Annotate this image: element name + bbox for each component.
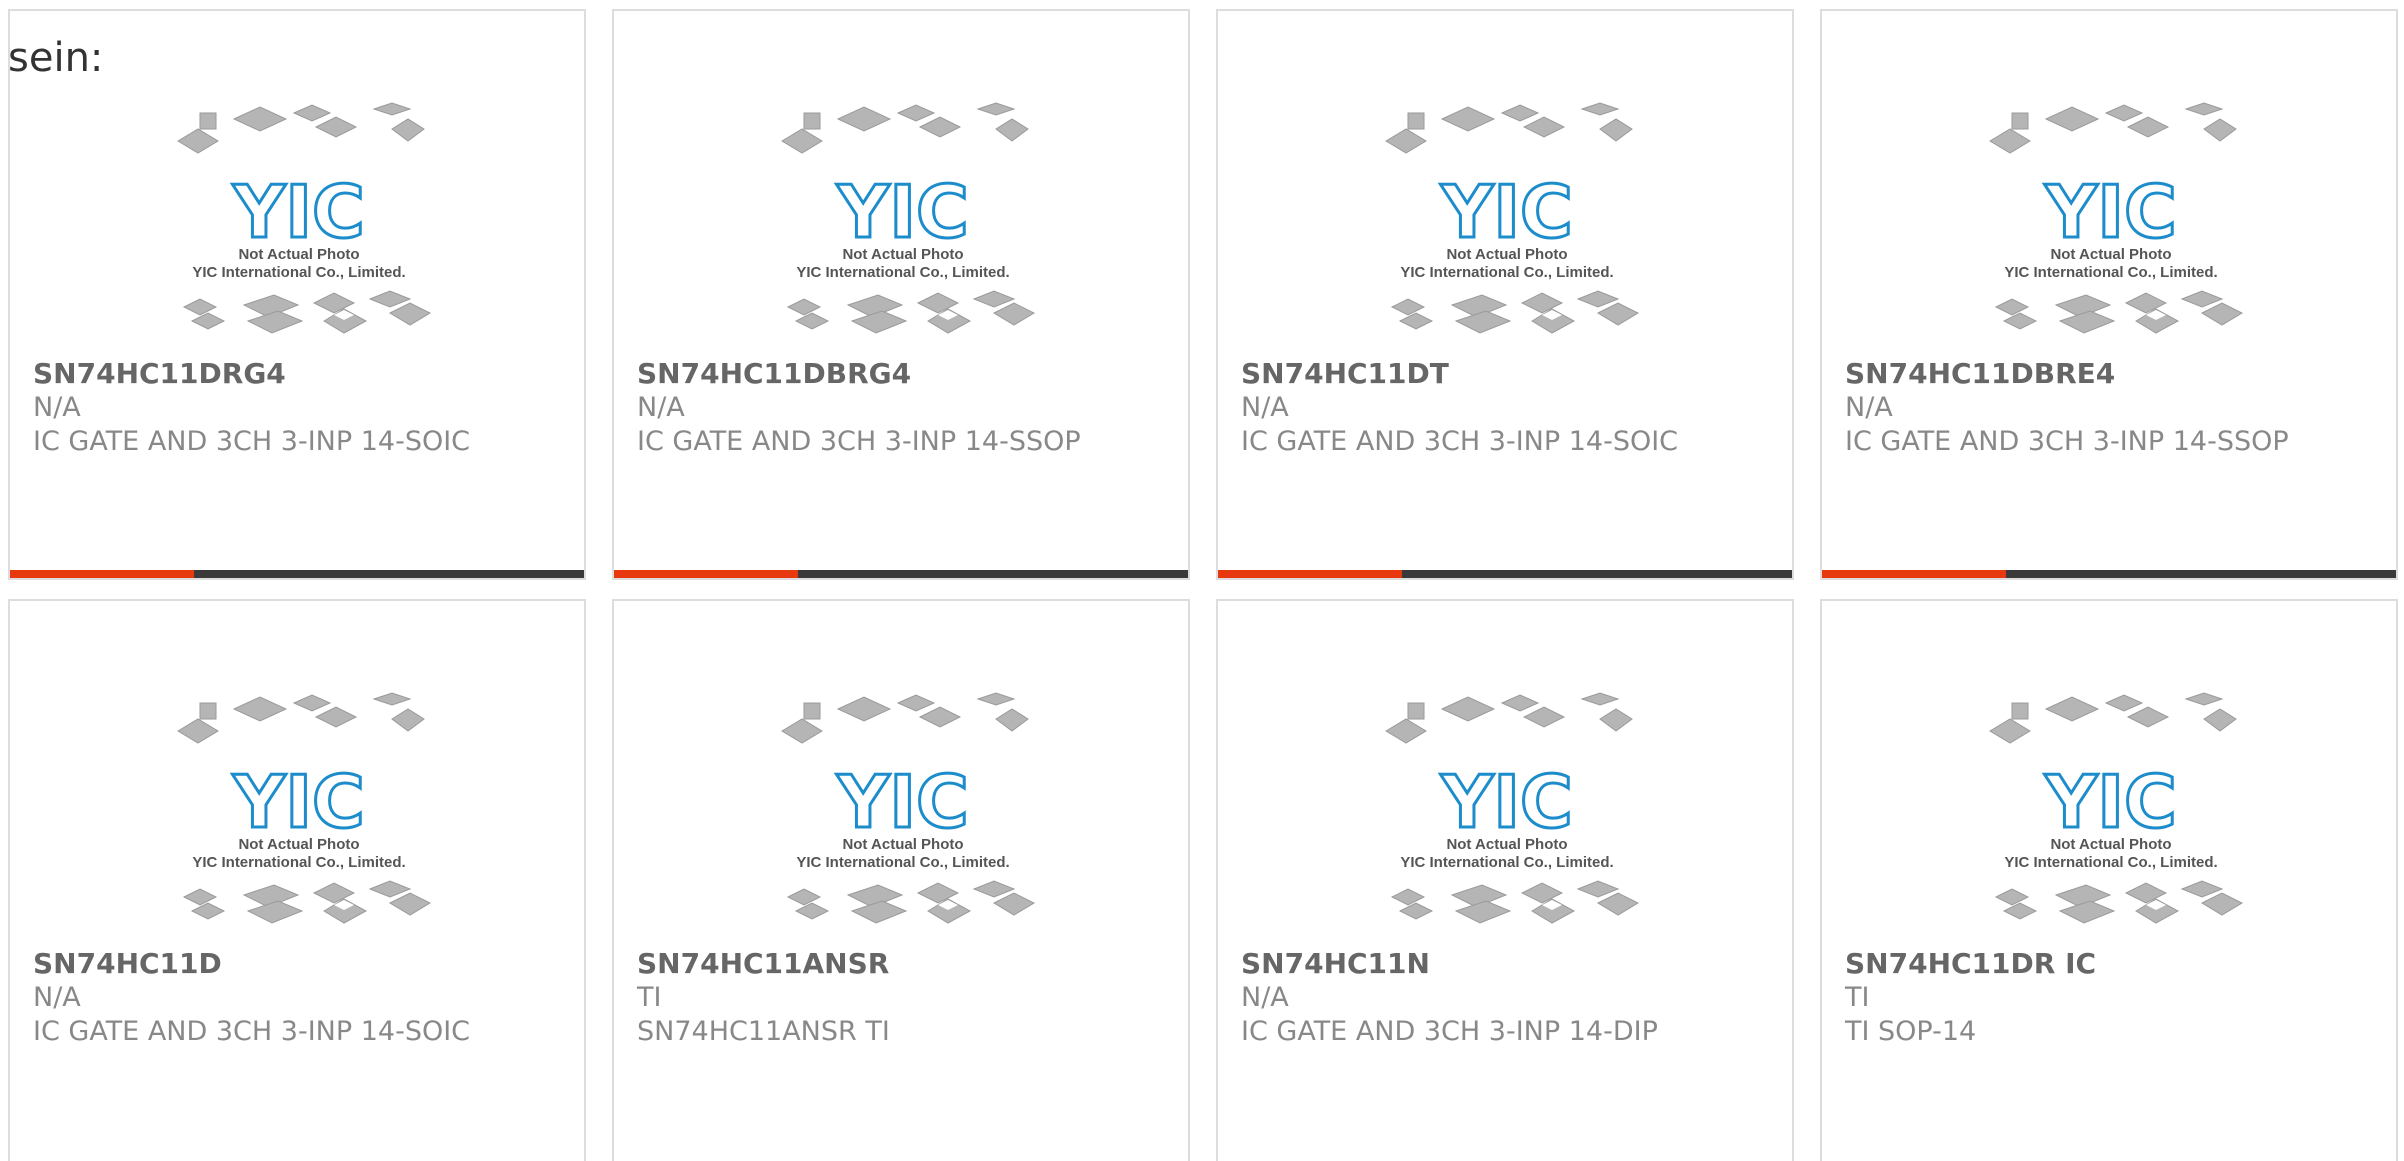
card-bottom-bar xyxy=(614,570,1188,578)
product-part-number[interactable]: SN74HC11DBRG4 xyxy=(637,357,1178,391)
product-manufacturer: TI xyxy=(1845,982,1870,1013)
product-card[interactable]: YIC Not Actual Photo YIC International Co.… xyxy=(1820,9,2398,580)
placeholder-caption-line2: YIC International Co., Limited. xyxy=(2004,264,2217,281)
card-bottom-bar xyxy=(1822,570,2396,578)
product-image-placeholder: YICNot Actual PhotoYIC International Co.… xyxy=(1989,102,2244,334)
product-image-placeholder: YICNot Actual PhotoYIC International Co.… xyxy=(781,692,1036,924)
product-info: SN74HC11N N/A IC GATE AND 3CH 3-INP 14-DIP xyxy=(1241,947,1782,1049)
placeholder-caption-line1: Not Actual Photo xyxy=(2050,836,2171,853)
product-card[interactable]: YIC Not Actual Photo YIC International Co.… xyxy=(612,9,1190,580)
placeholder-caption-line2: YIC International Co., Limited. xyxy=(796,264,1009,281)
card-bottom-bar-accent xyxy=(1218,570,1402,578)
yic-logo-text: YIC xyxy=(232,170,365,254)
product-manufacturer: N/A xyxy=(1241,982,1289,1013)
placeholder-caption-line2: YIC International Co., Limited. xyxy=(192,264,405,281)
product-part-number[interactable]: SN74HC11D xyxy=(33,947,574,981)
placeholder-caption-line1: Not Actual Photo xyxy=(1446,246,1567,263)
product-manufacturer: N/A xyxy=(1845,392,1893,423)
product-part-number[interactable]: SN74HC11ANSR xyxy=(637,947,1178,981)
product-manufacturer: TI xyxy=(637,982,662,1013)
product-image[interactable]: YIC Not Actual Photo YIC International Co.… xyxy=(164,99,434,349)
product-manufacturer: N/A xyxy=(1241,392,1289,423)
placeholder-caption-line1: Not Actual Photo xyxy=(842,246,963,263)
product-description: IC GATE AND 3CH 3-INP 14-SSOP xyxy=(1845,426,2289,457)
product-part-number[interactable]: SN74HC11DRG4 xyxy=(33,357,574,391)
product-part-number[interactable]: SN74HC11DT xyxy=(1241,357,1782,391)
product-info: SN74HC11DBRG4 N/A IC GATE AND 3CH 3-INP 14… xyxy=(637,357,1178,459)
card-bottom-bar-accent xyxy=(1822,570,2006,578)
product-image-placeholder: YICNot Actual PhotoYIC International Co.… xyxy=(177,692,432,924)
product-card[interactable]: YIC Not Actual Photo YIC International Co.… xyxy=(1216,9,1794,580)
product-card[interactable]: YIC Not Actual Photo YIC International Co.… xyxy=(8,599,586,1161)
card-bottom-bar-accent xyxy=(614,570,798,578)
product-image-placeholder: YICNot Actual PhotoYIC International Co.… xyxy=(1385,102,1640,334)
yic-logo-text: YIC xyxy=(836,170,969,254)
product-card[interactable]: YIC Not Actual Photo YIC International Co.… xyxy=(1820,599,2398,1161)
product-description: IC GATE AND 3CH 3-INP 14-DIP xyxy=(1241,1016,1658,1047)
product-manufacturer: N/A xyxy=(637,392,685,423)
yic-logo-text: YIC xyxy=(1440,170,1573,254)
product-part-number[interactable]: SN74HC11DR IC xyxy=(1845,947,2386,981)
product-grid-page: sein: YIC Not Actual Photo YIC Internation… xyxy=(0,0,2404,1161)
product-image[interactable]: YIC Not Actual Photo YIC International Co.… xyxy=(1372,99,1642,349)
yic-logo-text: YIC xyxy=(2044,170,2177,254)
product-image-placeholder: YICNot Actual PhotoYIC International Co.… xyxy=(177,102,432,334)
product-image-placeholder: YICNot Actual PhotoYIC International Co.… xyxy=(781,102,1036,334)
product-part-number[interactable]: SN74HC11DBRE4 xyxy=(1845,357,2386,391)
product-info: SN74HC11DRG4 N/A IC GATE AND 3CH 3-INP 14-… xyxy=(33,357,574,459)
product-image[interactable]: YIC Not Actual Photo YIC International Co.… xyxy=(768,99,1038,349)
product-description: SN74HC11ANSR TI xyxy=(637,1016,890,1047)
placeholder-caption-line1: Not Actual Photo xyxy=(238,836,359,853)
yic-logo-text: YIC xyxy=(232,760,365,844)
yic-logo-text: YIC xyxy=(1440,760,1573,844)
placeholder-caption-line1: Not Actual Photo xyxy=(2050,246,2171,263)
product-description: TI SOP-14 xyxy=(1845,1016,1977,1047)
product-info: SN74HC11DT N/A IC GATE AND 3CH 3-INP 14-SO… xyxy=(1241,357,1782,459)
product-info: SN74HC11DBRE4 N/A IC GATE AND 3CH 3-INP 14… xyxy=(1845,357,2386,459)
section-heading: sein: xyxy=(8,35,104,81)
product-card[interactable]: YIC Not Actual Photo YIC International Co.… xyxy=(8,9,586,580)
product-manufacturer: N/A xyxy=(33,392,81,423)
card-bottom-bar-accent xyxy=(10,570,194,578)
product-info: SN74HC11ANSR TI SN74HC11ANSR TI xyxy=(637,947,1178,1049)
product-description: IC GATE AND 3CH 3-INP 14-SOIC xyxy=(1241,426,1679,457)
product-part-number[interactable]: SN74HC11N xyxy=(1241,947,1782,981)
product-image[interactable]: YIC Not Actual Photo YIC International Co.… xyxy=(1976,99,2246,349)
product-description: IC GATE AND 3CH 3-INP 14-SOIC xyxy=(33,426,471,457)
product-image[interactable]: YIC Not Actual Photo YIC International Co.… xyxy=(164,689,434,939)
product-card[interactable]: YIC Not Actual Photo YIC International Co.… xyxy=(612,599,1190,1161)
placeholder-caption-line2: YIC International Co., Limited. xyxy=(192,854,405,871)
placeholder-caption-line2: YIC International Co., Limited. xyxy=(1400,264,1613,281)
yic-logo-text: YIC xyxy=(836,760,969,844)
product-info: SN74HC11DR IC TI TI SOP-14 xyxy=(1845,947,2386,1049)
product-description: IC GATE AND 3CH 3-INP 14-SSOP xyxy=(637,426,1081,457)
placeholder-caption-line1: Not Actual Photo xyxy=(1446,836,1567,853)
product-info: SN74HC11D N/A IC GATE AND 3CH 3-INP 14-SOI… xyxy=(33,947,574,1049)
product-image[interactable]: YIC Not Actual Photo YIC International Co.… xyxy=(1372,689,1642,939)
product-image[interactable]: YIC Not Actual Photo YIC International Co.… xyxy=(1976,689,2246,939)
placeholder-caption-line2: YIC International Co., Limited. xyxy=(796,854,1009,871)
placeholder-caption-line2: YIC International Co., Limited. xyxy=(1400,854,1613,871)
product-card[interactable]: YIC Not Actual Photo YIC International Co.… xyxy=(1216,599,1794,1161)
placeholder-caption-line2: YIC International Co., Limited. xyxy=(2004,854,2217,871)
product-image-placeholder: YICNot Actual PhotoYIC International Co.… xyxy=(1989,692,2244,924)
yic-logo-text: YIC xyxy=(2044,760,2177,844)
card-bottom-bar xyxy=(1218,570,1792,578)
card-bottom-bar xyxy=(10,570,584,578)
product-manufacturer: N/A xyxy=(33,982,81,1013)
product-image[interactable]: YIC Not Actual Photo YIC International Co.… xyxy=(768,689,1038,939)
product-description: IC GATE AND 3CH 3-INP 14-SOIC xyxy=(33,1016,471,1047)
placeholder-caption-line1: Not Actual Photo xyxy=(238,246,359,263)
placeholder-caption-line1: Not Actual Photo xyxy=(842,836,963,853)
product-image-placeholder: YICNot Actual PhotoYIC International Co.… xyxy=(1385,692,1640,924)
